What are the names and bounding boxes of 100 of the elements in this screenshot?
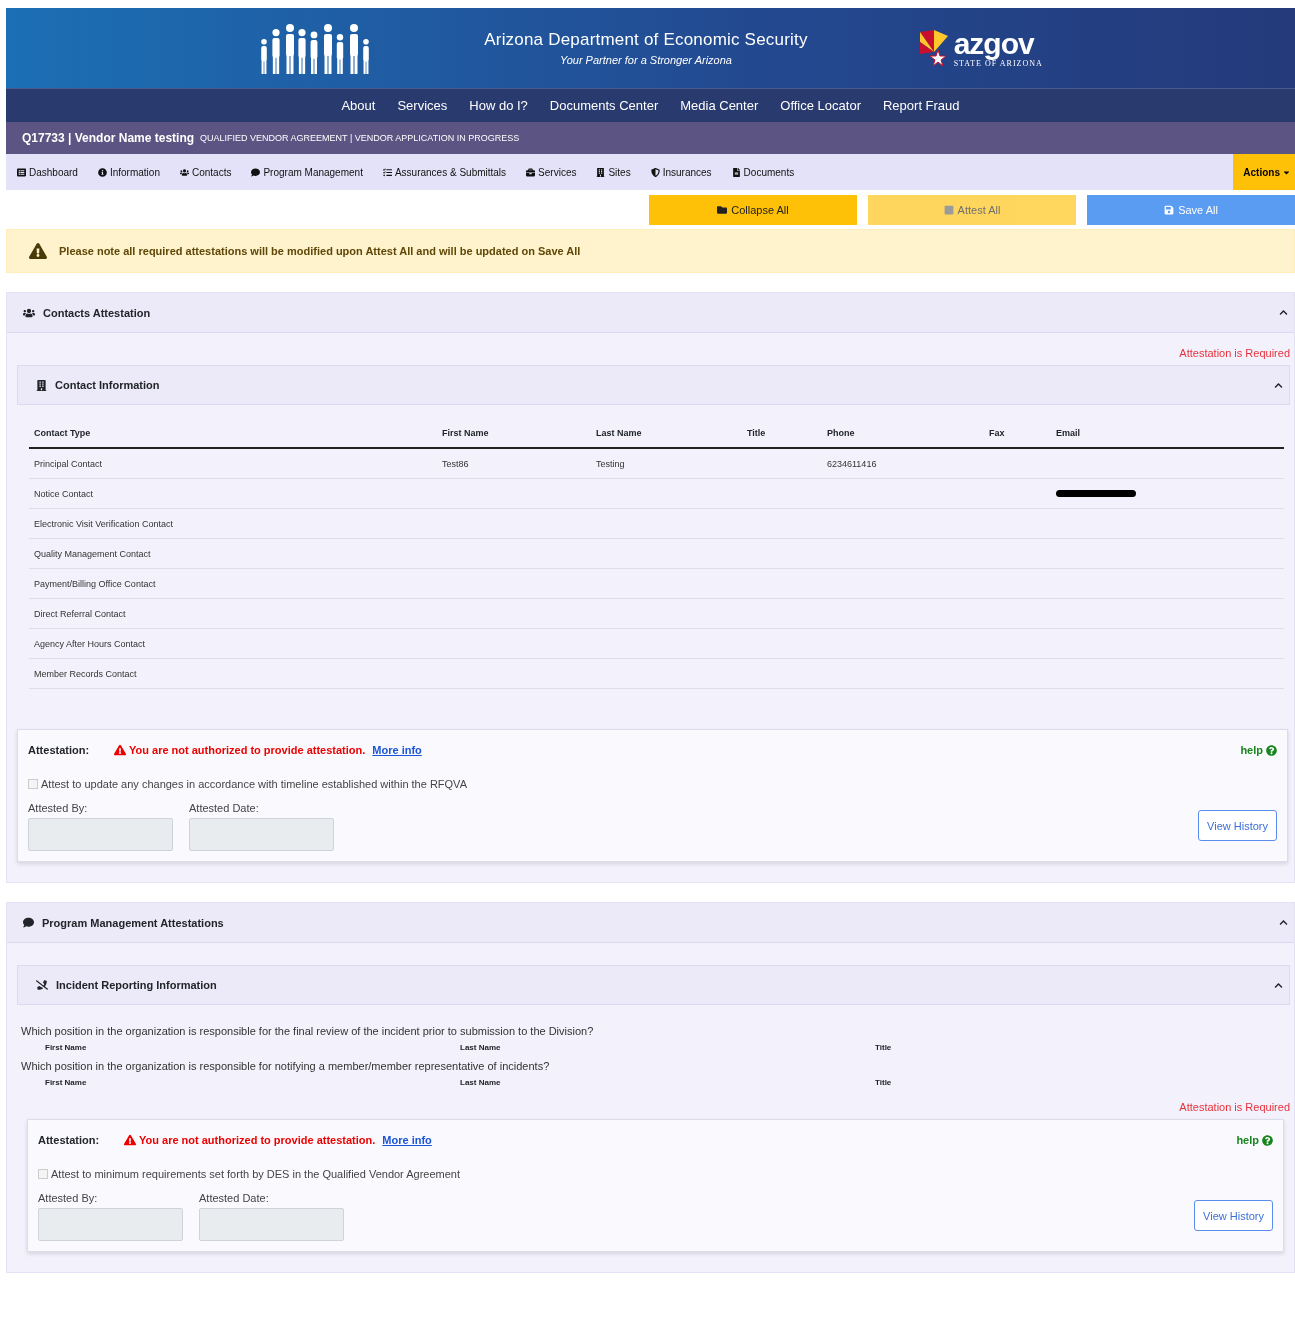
column-header: Email	[1056, 428, 1081, 438]
table-cell-text: Test86	[442, 458, 470, 469]
help-icon	[1262, 1134, 1273, 1146]
section-header[interactable]: Contacts Attestation	[7, 293, 1294, 333]
list-icon	[17, 167, 26, 177]
column-header: Last Name	[460, 1043, 502, 1052]
phone-icon	[36, 979, 48, 991]
nav-link[interactable]: Documents Center	[549, 98, 659, 113]
document-icon	[731, 167, 741, 177]
field-label: Attested By:	[28, 802, 89, 814]
checkbox-label: Attest to update any changes in accordance with timeline established within the RFQVA	[41, 778, 467, 790]
chevron-up-icon[interactable]	[1279, 918, 1288, 927]
column-header: Title	[875, 1078, 893, 1087]
more-info-link[interactable]: More info	[382, 1134, 432, 1146]
subsection-header[interactable]: Incident Reporting Information	[17, 965, 1290, 1005]
subsection-title: Contact Information	[55, 379, 160, 391]
save-icon	[1164, 205, 1175, 215]
building-icon	[596, 167, 606, 177]
view-history-button[interactable]: View History	[1198, 810, 1277, 841]
table-cell-text: Member Records Contact	[34, 668, 138, 679]
nav-tab[interactable]: Dashboard	[17, 166, 78, 178]
comment-icon	[23, 917, 34, 928]
column-header: Phone	[827, 428, 856, 438]
help-icon	[1266, 744, 1277, 756]
field-label: Attested Date:	[199, 1192, 270, 1204]
authorization-warning: You are not authorized to provide attestation. More info	[124, 1134, 432, 1146]
table-cell-text: Payment/Billing Office Contact	[34, 578, 157, 589]
users-icon	[179, 167, 189, 177]
column-header: Last Name	[460, 1078, 502, 1087]
site-title: Arizona Department of Economic Security	[484, 30, 808, 50]
nav-tab[interactable]: Insurances	[650, 166, 712, 178]
nav-tab[interactable]: Assurances & Submittals	[382, 166, 507, 178]
nav-tab[interactable]: Services	[526, 166, 577, 178]
section-title: Program Management Attestations	[42, 916, 224, 929]
checklist-icon	[382, 167, 392, 177]
collapse-button[interactable]: Collapse All	[649, 195, 857, 225]
nav-link[interactable]: Report Fraud	[882, 98, 960, 113]
nav-tab[interactable]: Documents	[731, 166, 795, 178]
briefcase-icon	[526, 167, 536, 177]
nav-link[interactable]: How do I?	[469, 98, 528, 113]
attestation-label: Attestation:	[28, 744, 91, 756]
folder-icon	[717, 205, 728, 215]
more-info-link[interactable]: More info	[372, 744, 422, 756]
question-text: Which position in the organization is responsible for the final review of the incident prior to submission to the Division?	[20, 1025, 595, 1037]
field-label: Attested Date:	[189, 802, 260, 814]
column-header: Fax	[989, 428, 1006, 438]
nav-tab[interactable]: Information	[97, 166, 160, 178]
attest-checkbox[interactable]	[38, 1169, 48, 1179]
column-header: First Name	[45, 1078, 88, 1087]
nav-link[interactable]: About	[341, 98, 376, 113]
nav-tab[interactable]: Program Management	[251, 166, 363, 178]
table-cell-text: Notice Contact	[34, 488, 95, 499]
chevron-up-icon[interactable]	[1274, 980, 1283, 990]
actions-button[interactable]: Actions	[1233, 154, 1295, 190]
table-cell-text: Agency After Hours Contact	[34, 638, 147, 649]
column-header: Title	[875, 1043, 893, 1052]
attestation-label: Attestation:	[38, 1134, 101, 1146]
help-link[interactable]: help	[1240, 744, 1277, 756]
alert-text: Please note all required attestations will be modified upon Attest All and will be updated on Save All	[59, 245, 581, 257]
chevron-up-icon[interactable]	[1274, 380, 1283, 390]
nav-tab[interactable]: Contacts	[179, 166, 232, 178]
table-cell-text: Testing	[596, 458, 626, 469]
table-cell-text: 6234611416	[827, 458, 878, 469]
table-cell-text: Direct Referral Contact	[34, 608, 127, 619]
table-cell-text: Principal Contact	[34, 458, 104, 469]
section-header[interactable]: Program Management Attestations	[7, 903, 1294, 943]
view-history-button[interactable]: View History	[1194, 1200, 1273, 1231]
info-icon	[97, 167, 107, 177]
nav-tab[interactable]: Sites	[596, 166, 631, 178]
chevron-up-icon[interactable]	[1279, 308, 1288, 317]
section-title: Contacts Attestation	[43, 306, 151, 319]
logo-wordmark: azgov	[953, 28, 1036, 59]
state-flag-icon	[917, 28, 950, 68]
required-note: Attestation is Required	[1178, 346, 1291, 361]
column-header: Contact Type	[34, 428, 92, 438]
subsection-title: Incident Reporting Information	[56, 979, 217, 991]
help-link[interactable]: help	[1236, 1134, 1273, 1146]
nav-link[interactable]: Services	[397, 98, 448, 113]
authorization-warning: You are not authorized to provide attestation. More info	[114, 744, 422, 756]
nav-link[interactable]: Media Center	[680, 98, 759, 113]
column-header: First Name	[442, 428, 490, 438]
warning-icon	[29, 242, 47, 260]
comment-icon	[251, 167, 261, 177]
warning-icon	[124, 1134, 136, 1146]
question-text: Which position in the organization is responsible for notifying a member/member representative of incidents?	[20, 1060, 551, 1072]
subsection-header[interactable]: Contact Information	[17, 365, 1290, 405]
nav-link[interactable]: Office Locator	[780, 98, 861, 113]
column-header: First Name	[45, 1043, 88, 1052]
table-cell-text: Electronic Visit Verification Contact	[34, 518, 174, 529]
required-note: Attestation is Required	[1178, 1100, 1291, 1115]
field-label: Attested By:	[38, 1192, 99, 1204]
column-header: Title	[747, 428, 767, 438]
site-tagline: Your Partner for a Stronger Arizona	[559, 54, 732, 66]
attest-checkbox[interactable]	[28, 779, 38, 789]
shield-icon	[650, 167, 660, 177]
users-icon	[23, 306, 35, 319]
vendor-status: QUALIFIED VENDOR AGREEMENT | VENDOR APPLICATION IN PROGRESS	[200, 133, 520, 143]
warning-icon	[114, 744, 126, 756]
vendor-name: Q17733 | Vendor Name testing	[22, 131, 195, 145]
table-cell-text: Quality Management Contact	[34, 548, 152, 559]
